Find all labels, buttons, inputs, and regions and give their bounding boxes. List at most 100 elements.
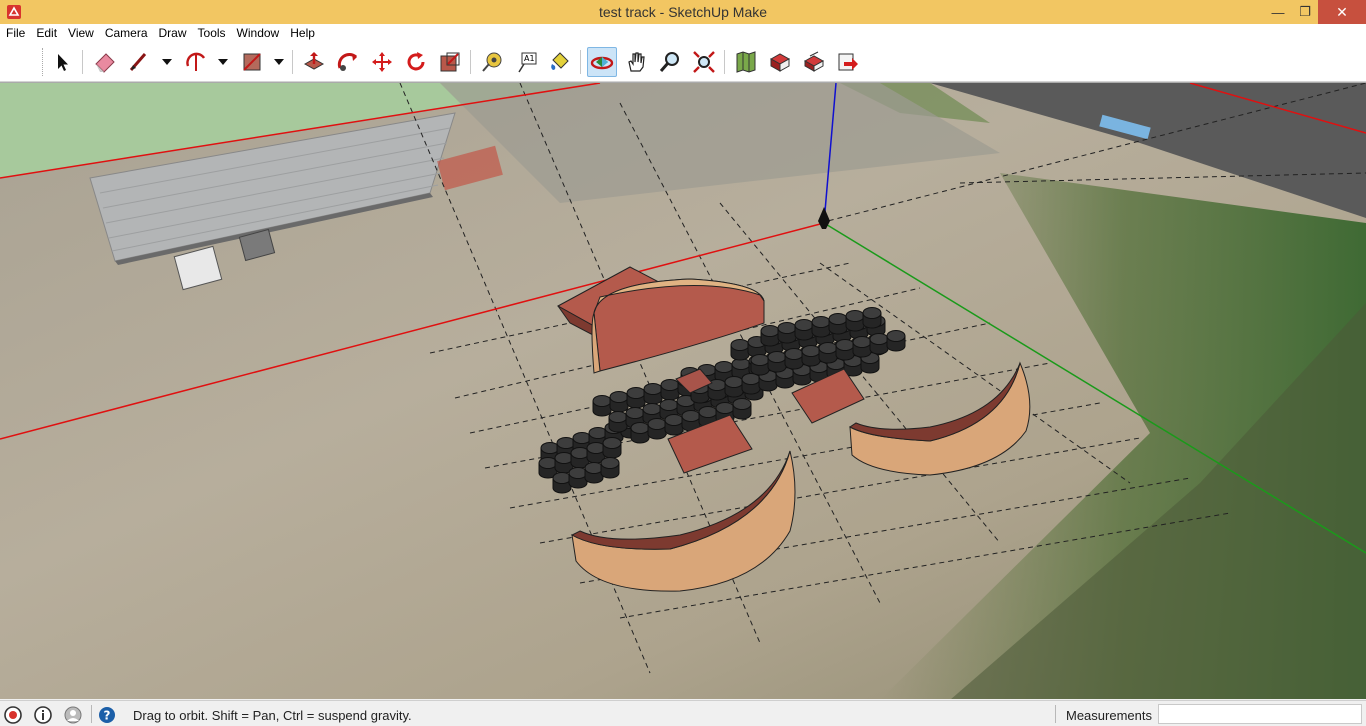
window-title: test track - SketchUp Make — [598, 4, 768, 20]
tire — [698, 406, 718, 418]
menu-draw[interactable]: Draw — [159, 26, 187, 40]
text-tool-label: A1 — [524, 54, 535, 63]
chevron-down-icon — [162, 59, 172, 65]
zoom-icon — [659, 52, 679, 72]
tire — [609, 391, 629, 403]
pan-tool-button[interactable] — [621, 47, 651, 77]
tire — [625, 407, 645, 419]
zoom-extents-icon — [693, 51, 715, 73]
status-bar: ? Drag to orbit. Shift = Pan, Ctrl = sus… — [0, 700, 1366, 726]
tire — [760, 325, 780, 337]
tire — [852, 336, 872, 348]
zoom-extents-tool-button[interactable] — [689, 47, 719, 77]
follow-me-tool-button[interactable] — [333, 47, 363, 77]
zoom-tool-button[interactable] — [655, 47, 685, 77]
measurements-label: Measurements — [1066, 708, 1152, 723]
tire — [732, 398, 752, 410]
menu-bar: File Edit View Camera Draw Tools Window … — [0, 24, 1366, 42]
tire — [630, 422, 650, 434]
rotate-tool-button[interactable] — [401, 47, 431, 77]
toolbar-separator — [292, 50, 293, 74]
toolbar-separator — [82, 50, 83, 74]
tire — [818, 342, 838, 354]
tire — [777, 322, 797, 334]
menu-camera[interactable]: Camera — [105, 26, 148, 40]
tire — [681, 410, 701, 422]
tape-measure-tool-button[interactable] — [477, 47, 507, 77]
text-tool-button[interactable]: A1 — [511, 47, 541, 77]
paint-bucket-tool-button[interactable] — [545, 47, 575, 77]
move-tool-button[interactable] — [367, 47, 397, 77]
scene-canvas[interactable] — [0, 83, 1366, 699]
menu-tools[interactable]: Tools — [198, 26, 226, 40]
tire — [724, 376, 744, 388]
tire — [602, 437, 622, 449]
tire — [801, 345, 821, 357]
toolbar-grip[interactable] — [42, 48, 45, 76]
tire — [862, 307, 882, 319]
rectangle-tool-button[interactable] — [237, 47, 267, 77]
geo-location-icon[interactable] — [3, 705, 23, 725]
rectangle-dropdown[interactable] — [272, 55, 286, 69]
arc-dropdown[interactable] — [216, 55, 230, 69]
svg-text:?: ? — [104, 709, 111, 723]
arc-tool-button[interactable] — [181, 47, 211, 77]
get-models-tool-button[interactable] — [765, 47, 795, 77]
tire — [556, 437, 576, 449]
maximize-button[interactable]: ❐ — [1292, 0, 1318, 24]
tire — [608, 411, 628, 423]
tire — [811, 316, 831, 328]
tire — [886, 330, 906, 342]
measurements-input[interactable] — [1158, 704, 1362, 724]
credits-info-icon[interactable] — [33, 705, 53, 725]
tire — [659, 399, 679, 411]
tire — [828, 313, 848, 325]
tire — [642, 403, 662, 415]
tire — [794, 319, 814, 331]
tire — [845, 310, 865, 322]
extension-warehouse-tool-button[interactable] — [833, 47, 863, 77]
menu-edit[interactable]: Edit — [36, 26, 57, 40]
select-tool-button[interactable] — [47, 47, 77, 77]
eraser-icon — [95, 53, 115, 73]
tire — [600, 457, 620, 469]
eraser-tool-button[interactable] — [90, 47, 120, 77]
push-pull-icon — [303, 52, 325, 70]
push-pull-tool-button[interactable] — [299, 47, 329, 77]
share-model-tool-button[interactable] — [799, 47, 829, 77]
help-icon[interactable]: ? — [97, 705, 117, 725]
close-button[interactable]: ✕ — [1318, 0, 1366, 24]
minimize-button[interactable]: — — [1264, 0, 1292, 24]
tire — [552, 472, 572, 484]
tire — [570, 447, 590, 459]
orbit-tool-button[interactable] — [587, 47, 617, 77]
follow-me-icon — [337, 52, 357, 71]
rotate-icon — [407, 52, 425, 71]
modeling-viewport[interactable] — [0, 82, 1366, 699]
line-icon — [129, 53, 147, 71]
scale-tool-button[interactable] — [435, 47, 465, 77]
status-separator — [91, 705, 92, 723]
add-location-icon — [736, 51, 756, 73]
line-dropdown[interactable] — [160, 55, 174, 69]
tire — [767, 351, 787, 363]
add-location-tool-button[interactable] — [731, 47, 761, 77]
tire — [784, 348, 804, 360]
menu-window[interactable]: Window — [237, 26, 280, 40]
menu-file[interactable]: File — [6, 26, 25, 40]
extension-warehouse-icon — [838, 53, 858, 71]
tire — [643, 383, 663, 395]
tape-measure-icon — [482, 52, 502, 72]
tire — [584, 462, 604, 474]
close-icon: ✕ — [1336, 3, 1348, 20]
tire — [715, 402, 735, 414]
line-tool-button[interactable] — [124, 47, 154, 77]
tire — [730, 339, 750, 351]
menu-view[interactable]: View — [68, 26, 94, 40]
paint-bucket-icon — [551, 52, 569, 70]
minimize-icon: — — [1271, 4, 1285, 20]
tire — [568, 467, 588, 479]
tire — [554, 452, 574, 464]
menu-help[interactable]: Help — [290, 26, 315, 40]
user-account-icon[interactable] — [63, 705, 83, 725]
